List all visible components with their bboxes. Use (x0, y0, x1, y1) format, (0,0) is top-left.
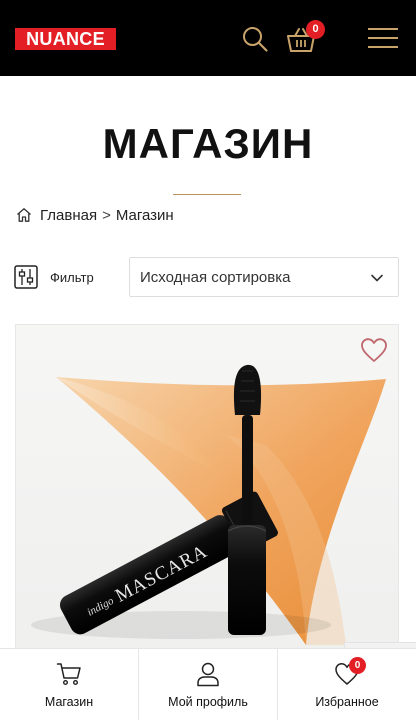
nav-favorites-label: Избранное (315, 695, 379, 709)
brand-logo[interactable]: NUANCE (15, 28, 116, 50)
home-icon[interactable] (16, 207, 32, 223)
cart-count-badge: 0 (306, 20, 325, 39)
nav-profile-label: Мой профиль (168, 695, 248, 709)
hamburger-menu-icon[interactable] (367, 26, 399, 50)
breadcrumb-current: Магазин (115, 206, 174, 224)
sort-select[interactable]: Исходная сортировка (129, 257, 399, 297)
cart-icon (56, 663, 81, 686)
nav-shop-label: Магазин (44, 695, 94, 709)
product-image[interactable]: indigo MASCARA (16, 325, 399, 664)
favorites-count-badge: 0 (349, 657, 366, 674)
nav-profile[interactable]: Мой профиль (138, 649, 277, 720)
heart-icon[interactable] (360, 337, 388, 363)
sort-selected-value: Исходная сортировка (140, 268, 291, 286)
chevron-down-icon (371, 274, 383, 282)
breadcrumb-home-link[interactable]: Главная (40, 207, 97, 224)
filter-button[interactable]: Фильтр (14, 263, 94, 291)
site-header: NUANCE 0 (0, 0, 416, 76)
breadcrumb: Главная > Магазин (16, 205, 174, 225)
bottom-navigation: Магазин Мой профиль 0 Избранное (0, 648, 416, 720)
product-card[interactable]: indigo MASCARA (15, 324, 399, 664)
filter-sliders-icon (14, 265, 38, 289)
nav-favorites[interactable]: 0 Избранное (277, 649, 416, 720)
filter-label: Фильтр (50, 269, 94, 285)
user-icon (197, 662, 219, 687)
breadcrumb-separator: > (102, 206, 111, 224)
search-icon[interactable] (241, 25, 269, 53)
nav-shop[interactable]: Магазин (0, 649, 138, 720)
title-divider (173, 194, 241, 195)
page-title: МАГАЗИН (102, 120, 314, 167)
